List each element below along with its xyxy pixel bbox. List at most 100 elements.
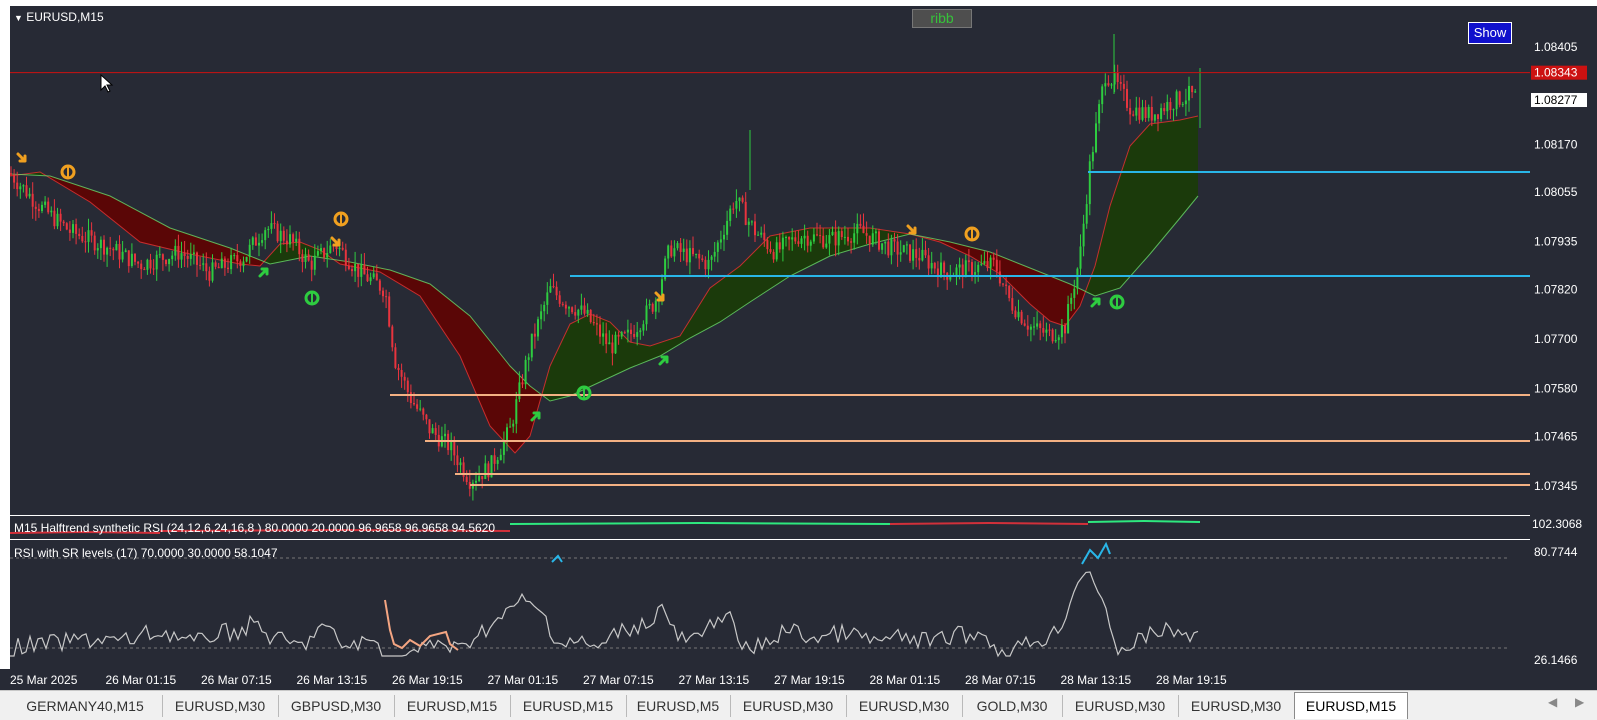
tab-germany40-m15[interactable]: GERMANY40,M15 [8, 695, 163, 717]
candle-body [688, 248, 691, 263]
candle-body [834, 231, 837, 246]
candle-body [1014, 310, 1017, 318]
candle-body [124, 250, 127, 252]
tab-eurusd-m15[interactable]: EURUSD,M15 [510, 695, 627, 717]
sell-arrow-icon [654, 291, 665, 302]
candle-body [679, 243, 682, 252]
tab-gbpusd-m30[interactable]: GBPUSD,M30 [278, 695, 395, 717]
candle-body [648, 303, 651, 306]
candle-body [285, 240, 288, 245]
candle-body [254, 237, 257, 246]
candle-body [1011, 298, 1014, 311]
candle-body [372, 273, 375, 278]
candle-body [422, 408, 425, 415]
candle-body [884, 241, 887, 244]
time-tick-label: 28 Mar 13:15 [1061, 673, 1132, 687]
candle-body [267, 228, 270, 231]
candle-body [183, 253, 186, 256]
candle-body [214, 262, 217, 267]
candle-body [326, 253, 329, 258]
candle-body [1138, 107, 1141, 120]
candle-body [1166, 102, 1169, 112]
candle-body [87, 230, 90, 242]
candle-body [292, 234, 295, 242]
candle-body [850, 241, 853, 243]
show-button[interactable]: Show [1468, 22, 1512, 44]
candle-body [25, 185, 28, 197]
time-tick-label: 26 Mar 19:15 [392, 673, 463, 687]
tab-eurusd-m30[interactable]: EURUSD,M30 [1178, 695, 1295, 717]
candle-body [902, 245, 905, 253]
candle-body [676, 243, 679, 249]
tab-gold-m30[interactable]: GOLD,M30 [962, 695, 1063, 717]
candle-body [344, 249, 347, 266]
candle-body [1194, 91, 1197, 93]
tab-eurusd-m15-active[interactable]: EURUSD,M15 [1294, 692, 1408, 719]
price-axis-canvas: 1.08405 1.08170 1.08055 1.07935 1.07820 1.077… [1531, 40, 1587, 667]
candle-body [918, 257, 921, 261]
chart-menu-triangle-icon[interactable]: ▼ [14, 13, 23, 23]
candle-body [403, 376, 406, 381]
tab-eurusd-m5[interactable]: EURUSD,M5 [626, 695, 731, 717]
price-chart-canvas[interactable] [9, 6, 1530, 515]
tab-eurusd-m30[interactable]: EURUSD,M30 [730, 695, 847, 717]
candle-body [639, 330, 642, 333]
candle-body [103, 239, 105, 255]
candle-body [118, 244, 121, 260]
candle-body [1070, 297, 1073, 304]
candle-body [630, 329, 632, 334]
candle-body [521, 382, 524, 385]
candle-body [487, 463, 490, 478]
candle-body [13, 174, 16, 183]
candle-body [369, 277, 372, 282]
candle-body [955, 267, 958, 276]
candle-body [540, 311, 543, 320]
main-price-chart[interactable] [9, 6, 1530, 515]
candle-body [781, 237, 784, 250]
candle-body [1135, 107, 1138, 116]
tab-eurusd-m15[interactable]: EURUSD,M15 [394, 695, 511, 717]
candle-body [366, 274, 369, 282]
chart-tabs: GERMANY40,M15 EURUSD,M30 GBPUSD,M30 EURU… [0, 690, 1597, 720]
candle-body [496, 460, 499, 464]
candle-body [825, 243, 828, 248]
candle-body [620, 332, 623, 337]
tabs-scroll-right-icon[interactable]: ▶ [1575, 695, 1584, 709]
candle-body [701, 258, 704, 260]
halftrend-rsi-title: M15 Halftrend synthetic RSI (24,12,6,24,… [14, 521, 496, 535]
candle-body [493, 455, 496, 464]
candle-body [698, 253, 701, 259]
candle-body [744, 201, 747, 225]
candle-body [1005, 284, 1008, 286]
tab-eurusd-m30[interactable]: EURUSD,M30 [1062, 695, 1179, 717]
candle-body [881, 243, 884, 250]
price-tick-label: 1.07935 [1534, 235, 1578, 249]
candle-body [115, 244, 118, 251]
candle-body [1104, 83, 1107, 87]
candle-body [812, 234, 815, 242]
sell-arrow-icon [330, 236, 341, 247]
candle-body [450, 441, 453, 451]
candle-body [1126, 88, 1128, 108]
candle-body [794, 237, 797, 242]
bull-ribbon-segment [1086, 116, 1198, 296]
candle-body [1116, 72, 1119, 82]
candle-body [19, 186, 22, 190]
tab-eurusd-m30[interactable]: EURUSD,M30 [846, 695, 963, 717]
tab-eurusd-m30[interactable]: EURUSD,M30 [162, 695, 279, 717]
tabs-scroll-left-icon[interactable]: ◀ [1548, 695, 1557, 709]
price-tick-label: 1.07580 [1534, 382, 1578, 396]
ribbon-button[interactable]: ribb [912, 9, 972, 28]
time-axis[interactable]: 25 Mar 2025 26 Mar 01:15 26 Mar 07:15 26 Ma… [0, 669, 1597, 690]
candle-body [1045, 329, 1048, 333]
rsi-overbought-segment [1081, 541, 1111, 565]
candle-body [431, 428, 434, 434]
candle-body [905, 244, 908, 246]
candle-body [583, 305, 586, 314]
candle-body [654, 300, 657, 312]
price-axis[interactable]: 1.08405 1.08170 1.08055 1.07935 1.07820 1.077… [1530, 6, 1597, 669]
candle-body [986, 261, 989, 268]
candle-body [933, 263, 936, 269]
candle-body [137, 261, 140, 264]
candle-body [168, 259, 171, 265]
